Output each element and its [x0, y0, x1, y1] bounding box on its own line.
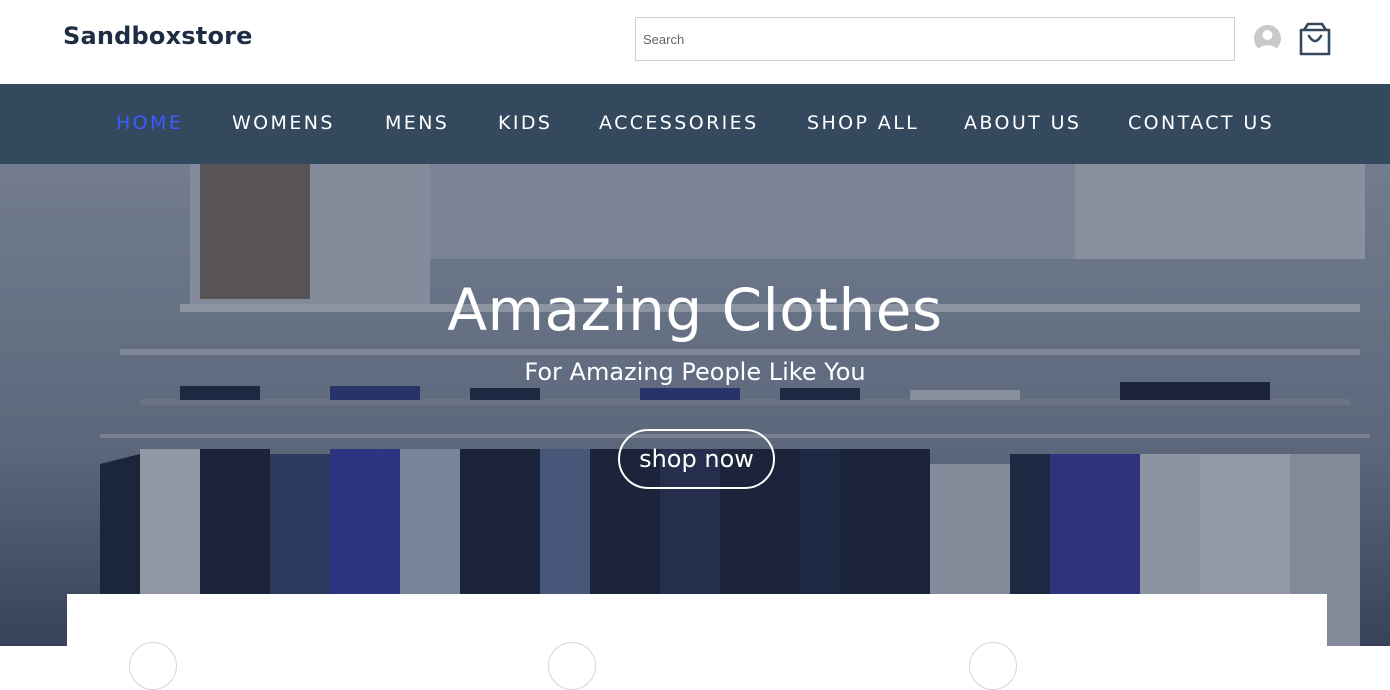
nav-item-mens[interactable]: MENS: [385, 112, 449, 134]
main-navigation: HOME WOMENS MENS KIDS ACCESSORIES SHOP A…: [0, 84, 1390, 164]
nav-item-contact-us[interactable]: CONTACT US: [1128, 112, 1274, 134]
user-avatar-icon[interactable]: [1254, 25, 1281, 52]
nav-item-womens[interactable]: WOMENS: [232, 112, 335, 134]
feature-icon-circle: [969, 642, 1017, 690]
nav-item-about-us[interactable]: ABOUT US: [964, 112, 1081, 134]
site-header: Sandboxstore: [0, 0, 1390, 84]
shop-now-button[interactable]: shop now: [618, 429, 775, 489]
search-input[interactable]: [635, 17, 1235, 61]
hero-subtitle: For Amazing People Like You: [524, 358, 866, 386]
store-logo[interactable]: Sandboxstore: [63, 22, 253, 50]
hero-background-image: [0, 164, 1390, 646]
hero-banner: Amazing Clothes For Amazing People Like …: [0, 164, 1390, 646]
nav-item-accessories[interactable]: ACCESSORIES: [599, 112, 759, 134]
nav-item-home[interactable]: HOME: [116, 112, 183, 134]
nav-item-kids[interactable]: KIDS: [498, 112, 552, 134]
feature-icon-circle: [548, 642, 596, 690]
features-card: [67, 594, 1327, 690]
feature-icon-circle: [129, 642, 177, 690]
hero-title: Amazing Clothes: [447, 276, 943, 344]
nav-item-shop-all[interactable]: SHOP ALL: [807, 112, 919, 134]
shopping-bag-icon[interactable]: [1299, 22, 1331, 56]
